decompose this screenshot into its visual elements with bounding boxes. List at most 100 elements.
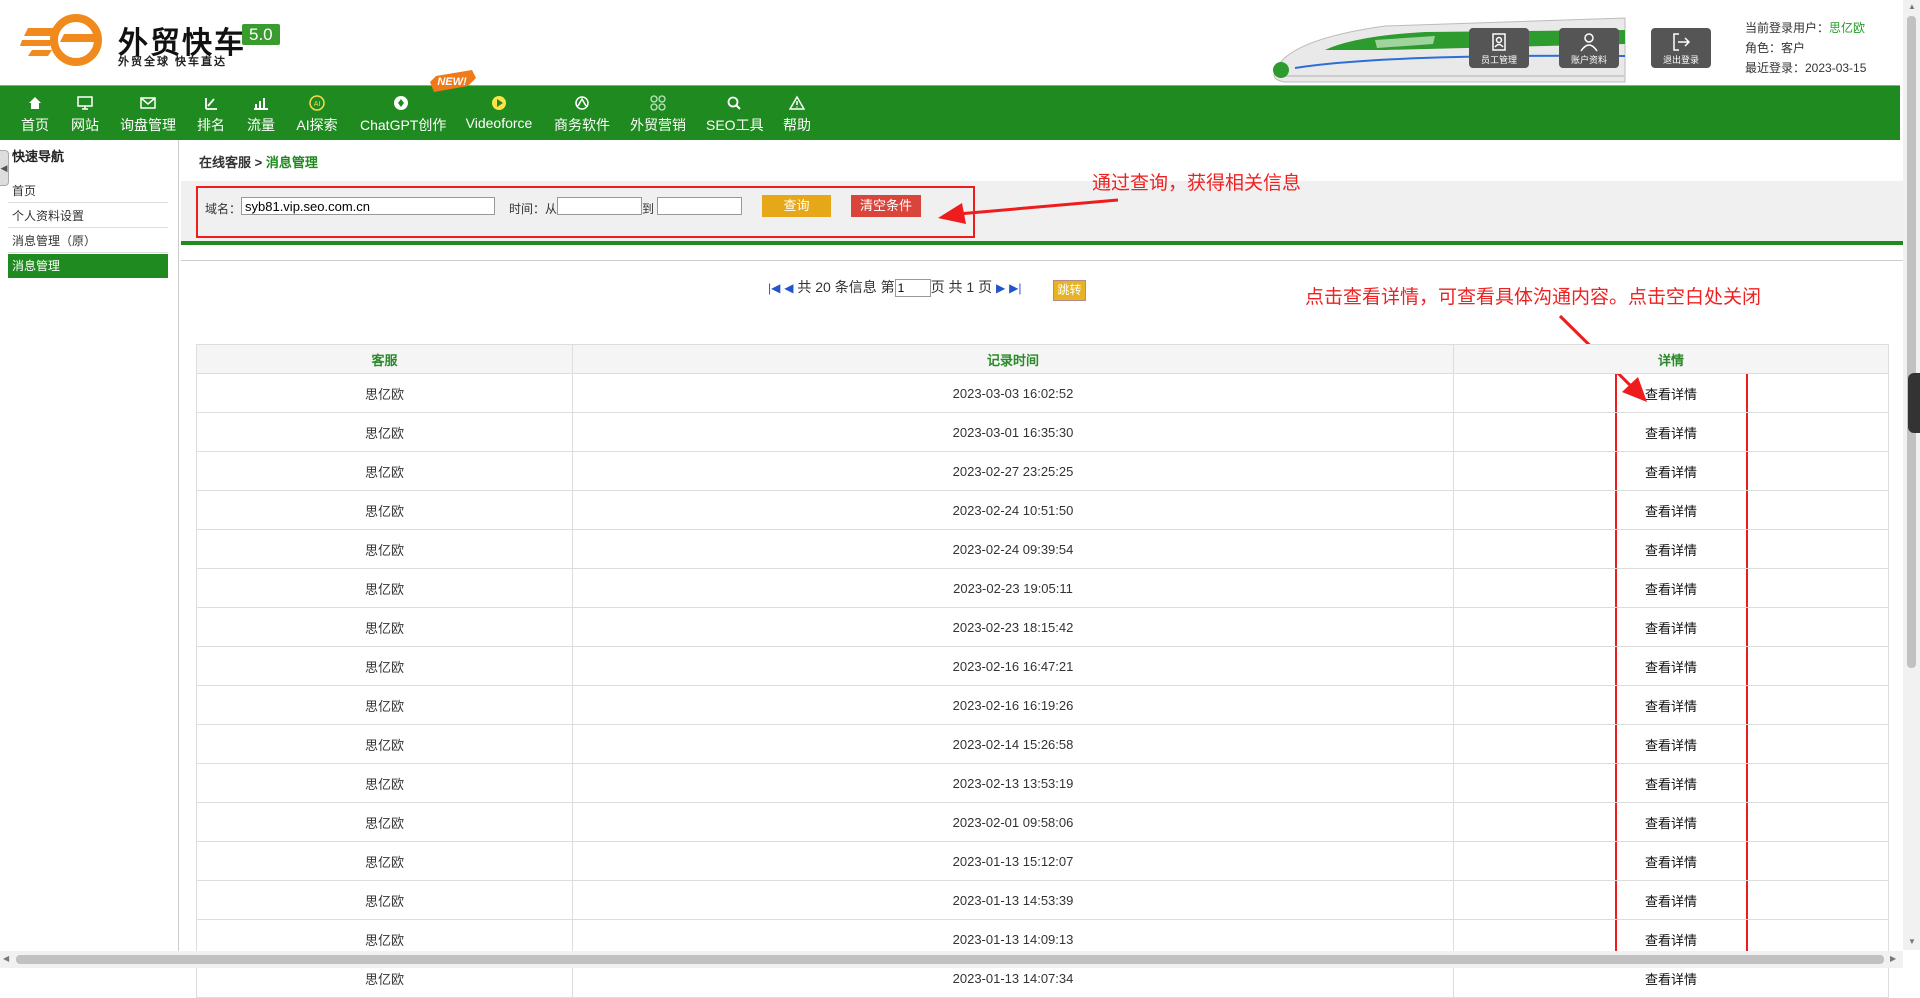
sidebar-item-message-management[interactable]: 消息管理 bbox=[8, 254, 168, 278]
sidebar-item-home[interactable]: 首页 bbox=[8, 179, 168, 203]
ai-icon: AI bbox=[309, 95, 325, 111]
new-badge-text: NEW! bbox=[437, 76, 467, 88]
next-page-icon[interactable]: ▶ bbox=[996, 281, 1005, 295]
view-detail-link[interactable]: 查看详情 bbox=[1453, 451, 1889, 491]
scroll-up-icon[interactable]: ▲ bbox=[1908, 2, 1916, 11]
scroll-down-icon[interactable]: ▼ bbox=[1908, 937, 1916, 946]
table-row: 思亿欧 2023-02-23 18:15:42 查看详情 bbox=[196, 607, 1889, 647]
time-cell: 2023-02-01 09:58:06 bbox=[572, 802, 1454, 842]
agent-cell: 思亿欧 bbox=[196, 880, 573, 920]
nav-ranking[interactable]: 排名 bbox=[196, 86, 226, 140]
nav-business-software-label: 商务软件 bbox=[554, 117, 610, 133]
side-widget-tab[interactable] bbox=[1908, 373, 1920, 433]
chatgpt-icon bbox=[394, 96, 408, 110]
time-cell: 2023-01-13 14:53:39 bbox=[572, 880, 1454, 920]
nav-chatgpt[interactable]: ChatGPT创作 bbox=[360, 86, 447, 140]
logout-icon bbox=[1673, 33, 1691, 51]
user-role: 角色：客户 bbox=[1745, 41, 1806, 55]
page-number-input[interactable] bbox=[894, 279, 931, 298]
agent-cell: 思亿欧 bbox=[196, 802, 573, 842]
view-detail-link[interactable]: 查看详情 bbox=[1453, 685, 1889, 725]
staff-management-button[interactable]: 员工管理 bbox=[1469, 28, 1529, 68]
brand-slogan: 外贸全球 快车直达 bbox=[118, 56, 228, 68]
nav-home[interactable]: 首页 bbox=[20, 86, 50, 140]
nav-traffic-label: 流量 bbox=[247, 117, 275, 133]
breadcrumb-current: 消息管理 bbox=[265, 155, 318, 170]
time-cell: 2023-02-16 16:47:21 bbox=[572, 646, 1454, 686]
pagination: |◀ ◀ 共 20 条信息 第 页 共 1 页 ▶ ▶| bbox=[768, 277, 1021, 298]
table-body: 思亿欧 2023-03-03 16:02:52 查看详情 思亿欧 2023-03-01 … bbox=[196, 373, 1889, 998]
bar-chart-icon bbox=[254, 98, 268, 110]
breadcrumb-parent[interactable]: 在线客服 bbox=[199, 155, 251, 170]
mail-icon bbox=[140, 97, 156, 109]
last-page-icon[interactable]: ▶| bbox=[1009, 281, 1021, 295]
agent-cell: 思亿欧 bbox=[196, 841, 573, 881]
prev-page-icon[interactable]: ◀ bbox=[784, 281, 793, 295]
time-cell: 2023-02-24 10:51:50 bbox=[572, 490, 1454, 530]
agent-cell: 思亿欧 bbox=[196, 646, 573, 686]
current-user: 当前登录用户：思亿欧 bbox=[1745, 18, 1866, 38]
agent-cell: 思亿欧 bbox=[196, 412, 573, 452]
view-detail-link[interactable]: 查看详情 bbox=[1453, 763, 1889, 803]
table-row: 思亿欧 2023-02-01 09:58:06 查看详情 bbox=[196, 802, 1889, 842]
view-detail-link[interactable]: 查看详情 bbox=[1453, 607, 1889, 647]
table-row: 思亿欧 2023-02-23 19:05:11 查看详情 bbox=[196, 568, 1889, 608]
nav-business-software[interactable]: 商务软件 bbox=[554, 86, 610, 140]
horizontal-scrollbar[interactable]: ◀ ▶ bbox=[0, 951, 1903, 968]
jump-button[interactable]: 跳转 bbox=[1053, 280, 1086, 301]
pager-total-text: 共 20 条信息 第 bbox=[797, 279, 895, 295]
user-info: 当前登录用户：思亿欧 角色：客户 最近登录：2023-03-15 bbox=[1745, 18, 1866, 78]
agent-cell: 思亿欧 bbox=[196, 490, 573, 530]
marketing-icon bbox=[650, 95, 666, 111]
rank-icon bbox=[205, 98, 217, 110]
nav-chatgpt-label: ChatGPT创作 bbox=[360, 117, 447, 133]
sidebar-item-message-management-old[interactable]: 消息管理（原） bbox=[8, 229, 168, 253]
nav-traffic[interactable]: 流量 bbox=[246, 86, 276, 140]
nav-videoforce[interactable]: Videoforce bbox=[464, 86, 534, 140]
view-detail-link[interactable]: 查看详情 bbox=[1453, 412, 1889, 452]
query-annotation-box bbox=[196, 186, 975, 238]
nav-seo-tools[interactable]: SEO工具 bbox=[706, 86, 764, 140]
nav-website-label: 网站 bbox=[71, 117, 99, 133]
play-icon bbox=[492, 96, 506, 110]
table-row: 思亿欧 2023-02-24 09:39:54 查看详情 bbox=[196, 529, 1889, 569]
agent-cell: 思亿欧 bbox=[196, 451, 573, 491]
view-detail-link[interactable]: 查看详情 bbox=[1453, 802, 1889, 842]
scroll-left-icon[interactable]: ◀ bbox=[3, 954, 9, 963]
time-cell: 2023-02-24 09:39:54 bbox=[572, 529, 1454, 569]
view-detail-link[interactable]: 查看详情 bbox=[1453, 646, 1889, 686]
nav-website[interactable]: 网站 bbox=[70, 86, 100, 140]
table-row: 思亿欧 2023-03-03 16:02:52 查看详情 bbox=[196, 373, 1889, 413]
staff-icon bbox=[1492, 33, 1506, 51]
nav-help[interactable]: 帮助 bbox=[782, 86, 812, 140]
vertical-scroll-thumb[interactable] bbox=[1907, 16, 1916, 668]
view-detail-link[interactable]: 查看详情 bbox=[1453, 841, 1889, 881]
view-detail-link[interactable]: 查看详情 bbox=[1453, 880, 1889, 920]
scroll-right-icon[interactable]: ▶ bbox=[1890, 954, 1896, 963]
agent-cell: 思亿欧 bbox=[196, 529, 573, 569]
nav-inquiry[interactable]: 询盘管理 bbox=[120, 86, 176, 140]
filter-divider bbox=[181, 241, 1903, 245]
nav-inquiry-label: 询盘管理 bbox=[120, 117, 176, 133]
view-detail-link[interactable]: 查看详情 bbox=[1453, 568, 1889, 608]
current-user-name[interactable]: 思亿欧 bbox=[1829, 21, 1865, 35]
account-info-button[interactable]: 账户资料 bbox=[1559, 28, 1619, 68]
view-detail-link[interactable]: 查看详情 bbox=[1453, 373, 1889, 413]
horizontal-scroll-thumb[interactable] bbox=[16, 955, 1884, 964]
sidebar-item-profile-settings[interactable]: 个人资料设置 bbox=[8, 204, 168, 228]
table-row: 思亿欧 2023-02-27 23:25:25 查看详情 bbox=[196, 451, 1889, 491]
logout-button[interactable]: 退出登录 bbox=[1651, 28, 1711, 68]
nav-marketing[interactable]: 外贸营销 bbox=[630, 86, 686, 140]
first-page-icon[interactable]: |◀ bbox=[768, 281, 780, 295]
version-badge: 5.0 bbox=[242, 24, 280, 45]
staff-management-label: 员工管理 bbox=[1480, 55, 1517, 65]
time-cell: 2023-02-16 16:19:26 bbox=[572, 685, 1454, 725]
view-detail-link[interactable]: 查看详情 bbox=[1453, 724, 1889, 764]
time-cell: 2023-02-23 19:05:11 bbox=[572, 568, 1454, 608]
view-detail-link[interactable]: 查看详情 bbox=[1453, 490, 1889, 530]
nav-ai-explore[interactable]: AI AI探索 bbox=[296, 86, 338, 140]
agent-cell: 思亿欧 bbox=[196, 568, 573, 608]
agent-cell: 思亿欧 bbox=[196, 607, 573, 647]
vertical-scrollbar[interactable]: ▲ ▼ bbox=[1903, 0, 1920, 950]
view-detail-link[interactable]: 查看详情 bbox=[1453, 529, 1889, 569]
